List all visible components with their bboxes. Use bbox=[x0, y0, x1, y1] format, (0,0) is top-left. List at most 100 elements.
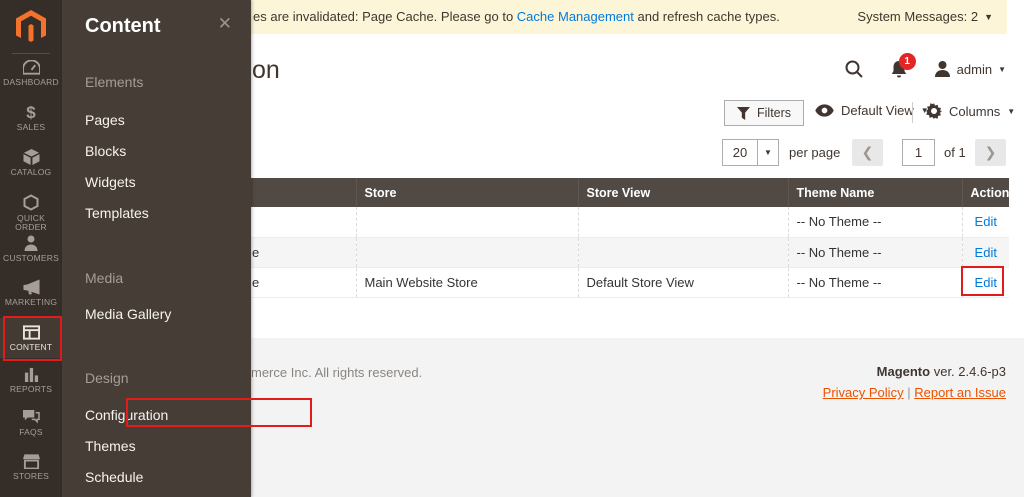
pagination-bar: 20 ▼ per page ❮ of 1 ❯ bbox=[700, 139, 1006, 166]
filters-label: Filters bbox=[757, 106, 792, 120]
page-title: on bbox=[252, 56, 280, 84]
svg-text:$: $ bbox=[26, 104, 36, 120]
privacy-policy-link[interactable]: Privacy Policy bbox=[823, 385, 904, 400]
sidebar-item-label: DASHBOARD bbox=[3, 77, 59, 87]
close-icon[interactable]: ✕ bbox=[218, 15, 232, 32]
sidebar-item-sales[interactable]: $ SALES bbox=[0, 104, 62, 132]
current-page-input[interactable] bbox=[902, 139, 935, 166]
sidebar-item-reports[interactable]: REPORTS bbox=[0, 367, 62, 394]
header-actions: 1 admin ▼ bbox=[844, 52, 1006, 83]
col-header-store-view[interactable]: Store View bbox=[578, 178, 789, 207]
notifications-bell-icon[interactable]: 1 bbox=[890, 52, 916, 79]
link-separator: | bbox=[907, 385, 911, 400]
report-issue-link[interactable]: Report an Issue bbox=[914, 385, 1006, 400]
cache-management-link[interactable]: Cache Management bbox=[517, 9, 634, 24]
admin-account-menu[interactable]: admin ▼ bbox=[934, 60, 1006, 78]
chevron-down-icon: ▼ bbox=[984, 12, 993, 22]
copyright-text: merce Inc. All rights reserved. bbox=[251, 365, 423, 380]
edit-link[interactable]: Edit bbox=[975, 214, 997, 229]
menu-item-configuration[interactable]: Configuration bbox=[85, 407, 168, 423]
flyout-title: Content bbox=[85, 15, 161, 37]
layout-icon bbox=[22, 325, 40, 340]
box-icon bbox=[23, 149, 39, 165]
cell-store-view bbox=[578, 207, 789, 238]
view-selector-label: Default View bbox=[841, 103, 914, 118]
sidebar-item-dashboard[interactable]: DASHBOARD bbox=[0, 60, 62, 87]
cell-store-view: Default Store View bbox=[578, 267, 789, 298]
page-size-value: 20 bbox=[732, 145, 748, 160]
next-page-button[interactable]: ❯ bbox=[975, 139, 1006, 166]
menu-item-blocks[interactable]: Blocks bbox=[85, 143, 126, 159]
cell-website bbox=[251, 207, 357, 238]
table-row: -- No Theme -- Edit bbox=[251, 207, 1009, 238]
sidebar-item-label: CONTENT bbox=[9, 342, 53, 352]
sidebar-item-label: CATALOG bbox=[10, 167, 52, 177]
sidebar-item-faqs[interactable]: FAQS bbox=[0, 409, 62, 437]
cell-store bbox=[356, 237, 579, 268]
system-messages-label: System Messages: 2 bbox=[857, 9, 979, 24]
edit-link-highlighted[interactable]: Edit bbox=[975, 275, 997, 290]
col-header-action: Action bbox=[962, 178, 1009, 207]
menu-item-pages[interactable]: Pages bbox=[85, 112, 125, 128]
magento-logo[interactable] bbox=[14, 9, 48, 45]
admin-username: admin bbox=[956, 61, 993, 77]
columns-control-button[interactable]: Columns ▼ bbox=[926, 103, 1015, 119]
menu-item-themes[interactable]: Themes bbox=[85, 438, 136, 454]
cell-store: Main Website Store bbox=[356, 267, 579, 298]
admin-sidebar: DASHBOARD $ SALES CATALOG QUICK ORDER CU… bbox=[0, 0, 62, 497]
cell-store-view bbox=[578, 237, 789, 268]
col-header-store[interactable]: Store bbox=[356, 178, 579, 207]
search-icon[interactable] bbox=[844, 59, 864, 79]
sidebar-item-label: QUICK ORDER bbox=[15, 213, 47, 233]
chevron-down-icon: ▼ bbox=[998, 64, 1006, 74]
sidebar-item-label: FAQS bbox=[19, 427, 43, 437]
eye-icon bbox=[815, 104, 834, 117]
flyout-section-media: Media bbox=[85, 270, 124, 286]
total-pages-label: of 1 bbox=[944, 145, 966, 160]
notification-count-badge: 1 bbox=[898, 52, 916, 70]
previous-page-button[interactable]: ❮ bbox=[852, 139, 883, 166]
sidebar-divider bbox=[12, 53, 50, 54]
toolbar-divider bbox=[912, 102, 913, 123]
table-row: e -- No Theme -- Edit bbox=[251, 237, 1009, 268]
magento-brand: Magento bbox=[876, 364, 931, 379]
system-messages-toggle[interactable]: System Messages: 2 ▼ bbox=[857, 9, 993, 24]
cell-website: e bbox=[251, 237, 357, 268]
cell-theme: -- No Theme -- bbox=[788, 267, 963, 298]
menu-item-media-gallery[interactable]: Media Gallery bbox=[85, 306, 171, 322]
person-icon bbox=[24, 235, 38, 251]
storefront-icon bbox=[22, 454, 40, 469]
magento-version: Magento ver. 2.4.6-p3 bbox=[823, 364, 1006, 379]
cell-theme: -- No Theme -- bbox=[788, 237, 963, 268]
bar-chart-icon bbox=[24, 367, 38, 382]
col-header-theme-name[interactable]: Theme Name bbox=[788, 178, 963, 207]
columns-control-label: Columns bbox=[949, 103, 1001, 119]
cell-theme: -- No Theme -- bbox=[788, 207, 963, 238]
sidebar-item-label: MARKETING bbox=[4, 297, 58, 307]
page-size-select[interactable]: 20 ▼ bbox=[722, 139, 779, 166]
filters-button[interactable]: Filters bbox=[724, 100, 805, 126]
design-config-grid: Store Store View Theme Name Action -- No… bbox=[251, 178, 1009, 298]
menu-item-widgets[interactable]: Widgets bbox=[85, 174, 136, 190]
table-row: e Main Website Store Default Store View … bbox=[251, 267, 1009, 298]
sidebar-item-quick-order[interactable]: QUICK ORDER bbox=[0, 194, 62, 233]
grid-header-row: Store Store View Theme Name Action bbox=[251, 178, 1009, 207]
edit-link[interactable]: Edit bbox=[975, 245, 997, 260]
footer-links: Privacy Policy | Report an Issue bbox=[823, 385, 1006, 400]
sidebar-item-catalog[interactable]: CATALOG bbox=[0, 149, 62, 177]
sidebar-item-customers[interactable]: CUSTOMERS bbox=[0, 235, 62, 263]
cell-store bbox=[356, 207, 579, 238]
sidebar-item-content[interactable]: CONTENT bbox=[0, 318, 62, 359]
version-number: ver. 2.4.6-p3 bbox=[933, 364, 1006, 379]
cell-website: e bbox=[251, 267, 357, 298]
sidebar-item-label: REPORTS bbox=[9, 384, 53, 394]
sidebar-item-stores[interactable]: STORES bbox=[0, 454, 62, 481]
col-header-website[interactable] bbox=[251, 178, 357, 207]
flyout-section-design: Design bbox=[85, 370, 129, 386]
flyout-section-elements: Elements bbox=[85, 74, 144, 90]
per-page-label: per page bbox=[789, 145, 841, 160]
menu-item-schedule[interactable]: Schedule bbox=[85, 469, 143, 485]
menu-item-templates[interactable]: Templates bbox=[85, 205, 149, 221]
hexagon-icon bbox=[23, 194, 39, 211]
sidebar-item-marketing[interactable]: MARKETING bbox=[0, 279, 62, 307]
